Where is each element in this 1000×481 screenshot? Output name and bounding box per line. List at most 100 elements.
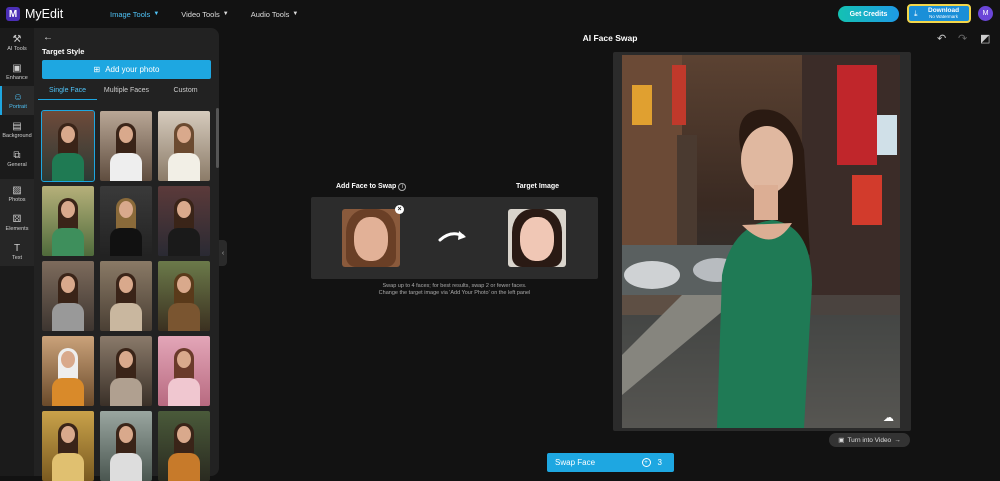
photos-icon: ▨ bbox=[12, 184, 22, 196]
tool-label: General bbox=[7, 161, 27, 168]
video-icon: ▣ bbox=[838, 437, 845, 444]
logo-mark: M bbox=[6, 7, 20, 21]
logo[interactable]: M MyEdit bbox=[6, 7, 63, 21]
download-icon: ⤓ bbox=[914, 8, 918, 18]
thumb-body bbox=[110, 453, 142, 481]
tool-general[interactable]: ⧉ General bbox=[0, 144, 34, 173]
avatar[interactable]: M bbox=[978, 6, 993, 21]
face-tabs: Single Face Multiple Faces Custom bbox=[38, 84, 215, 100]
style-thumbnail[interactable] bbox=[100, 336, 152, 406]
thumb-body bbox=[168, 453, 200, 481]
credit-cost: + 3 bbox=[641, 458, 662, 467]
thumb-body bbox=[52, 378, 84, 406]
thumb-body bbox=[168, 378, 200, 406]
thumb-body bbox=[52, 303, 84, 331]
style-thumbnail[interactable] bbox=[158, 186, 210, 256]
nav-video-tools[interactable]: Video Tools ▼ bbox=[181, 10, 228, 19]
nav-label: Video Tools bbox=[181, 9, 220, 19]
panel-title: Target Style bbox=[42, 47, 85, 56]
tool-label: Portrait bbox=[9, 103, 27, 110]
get-credits-button[interactable]: Get Credits bbox=[838, 6, 899, 22]
hint-line-2: Change the target image via 'Add Your Ph… bbox=[378, 290, 531, 296]
tool-label: Photos bbox=[8, 196, 26, 203]
style-thumbnail-grid bbox=[41, 110, 212, 481]
undo-icon[interactable]: ↶ bbox=[937, 32, 946, 45]
swap-face-button[interactable]: Swap Face + 3 bbox=[547, 453, 674, 472]
tab-custom[interactable]: Custom bbox=[156, 84, 215, 100]
turn-video-label: Turn into Video bbox=[847, 436, 892, 444]
tool-text[interactable]: T Text bbox=[0, 237, 34, 266]
style-thumbnail[interactable] bbox=[41, 110, 95, 182]
main-nav: Image Tools ▼ Video Tools ▼ Audio Tools ▼ bbox=[110, 0, 298, 28]
tool-label: Text bbox=[11, 254, 23, 261]
thumb-body bbox=[110, 303, 142, 331]
turn-into-video-button[interactable]: ▣ Turn into Video → bbox=[829, 433, 910, 447]
style-thumbnail[interactable] bbox=[42, 336, 94, 406]
credit-coin-icon: + bbox=[641, 458, 651, 467]
style-thumbnail[interactable] bbox=[100, 261, 152, 331]
add-face-label: Add Face to Swap i bbox=[336, 183, 407, 191]
tool-group-assets: ▨ Photos ⚄ Elements T Text bbox=[0, 179, 34, 266]
back-arrow-icon[interactable]: ← bbox=[43, 32, 53, 43]
target-style-panel: ← Target Style ⊞ Add your photo Single F… bbox=[34, 28, 219, 481]
collapse-panel-handle[interactable]: ‹ bbox=[219, 240, 227, 266]
add-your-photo-button[interactable]: ⊞ Add your photo bbox=[42, 60, 211, 79]
download-label: Download bbox=[928, 6, 960, 14]
nav-audio-tools[interactable]: Audio Tools ▼ bbox=[251, 10, 299, 19]
tool-label: Background bbox=[2, 132, 32, 139]
tab-single-face[interactable]: Single Face bbox=[38, 84, 97, 100]
style-thumbnail[interactable] bbox=[100, 186, 152, 256]
tool-rail: ⚒ AI Tools ▣ Enhance ☺ Portrait ▤ Background… bbox=[0, 28, 34, 476]
remove-face-icon[interactable]: × bbox=[395, 205, 404, 214]
redo-icon[interactable]: ↷ bbox=[958, 32, 967, 45]
style-thumbnail[interactable] bbox=[158, 261, 210, 331]
tool-elements[interactable]: ⚄ Elements bbox=[0, 208, 34, 237]
style-thumbnail[interactable] bbox=[158, 336, 210, 406]
target-photo bbox=[622, 55, 900, 428]
style-thumbnail[interactable] bbox=[158, 111, 210, 181]
thumb-body bbox=[52, 153, 84, 181]
download-text: Download No Watermark bbox=[928, 6, 960, 20]
compare-icon[interactable]: ◩ bbox=[980, 32, 990, 45]
app-name: MyEdit bbox=[25, 7, 64, 21]
chevron-down-icon: ▼ bbox=[153, 11, 160, 17]
tab-multiple-faces[interactable]: Multiple Faces bbox=[97, 84, 156, 100]
face-skin bbox=[354, 217, 388, 261]
panel-scrollbar[interactable] bbox=[216, 108, 219, 168]
cloud-upload-icon[interactable]: ☁ bbox=[883, 411, 894, 424]
thumb-body bbox=[110, 228, 142, 256]
wand-icon: ⚒ bbox=[12, 33, 22, 45]
credit-cost-value: 3 bbox=[657, 458, 662, 467]
elements-icon: ⚄ bbox=[12, 213, 22, 225]
background-icon: ▤ bbox=[12, 120, 22, 132]
chevron-down-icon: ▼ bbox=[292, 11, 299, 17]
thumb-body bbox=[110, 378, 142, 406]
general-icon: ⧉ bbox=[13, 149, 21, 161]
style-thumbnail[interactable] bbox=[42, 186, 94, 256]
top-bar: M MyEdit Image Tools ▼ Video Tools ▼ Audio… bbox=[0, 0, 1000, 28]
tool-portrait[interactable]: ☺ Portrait bbox=[0, 86, 34, 115]
tool-background[interactable]: ▤ Background bbox=[0, 115, 34, 144]
info-icon[interactable]: i bbox=[398, 183, 407, 191]
target-face-thumbnail bbox=[508, 209, 566, 267]
add-image-icon: ⊞ bbox=[93, 65, 101, 74]
tool-photos[interactable]: ▨ Photos bbox=[0, 179, 34, 208]
nav-label: Image Tools bbox=[110, 9, 151, 19]
hint-line-1: Swap up to 4 faces; for best results, sw… bbox=[382, 283, 527, 289]
swap-hint: Swap up to 4 faces; for best results, sw… bbox=[311, 283, 598, 297]
thumb-body bbox=[52, 453, 84, 481]
download-button[interactable]: ⤓ Download No Watermark bbox=[907, 4, 971, 23]
style-thumbnail[interactable] bbox=[42, 411, 94, 481]
tool-enhance[interactable]: ▣ Enhance bbox=[0, 57, 34, 86]
arrow-right-icon: → bbox=[894, 436, 901, 444]
style-thumbnail[interactable] bbox=[158, 411, 210, 481]
nav-image-tools[interactable]: Image Tools ▼ bbox=[110, 10, 159, 19]
swap-face-slot[interactable] bbox=[342, 209, 400, 267]
add-photo-label: Add your photo bbox=[105, 65, 160, 74]
tool-ai-tools[interactable]: ⚒ AI Tools bbox=[0, 28, 34, 57]
style-thumbnail[interactable] bbox=[100, 111, 152, 181]
style-thumbnail[interactable] bbox=[42, 261, 94, 331]
thumb-body bbox=[168, 228, 200, 256]
style-thumbnail[interactable] bbox=[100, 411, 152, 481]
text-icon: T bbox=[13, 242, 21, 254]
